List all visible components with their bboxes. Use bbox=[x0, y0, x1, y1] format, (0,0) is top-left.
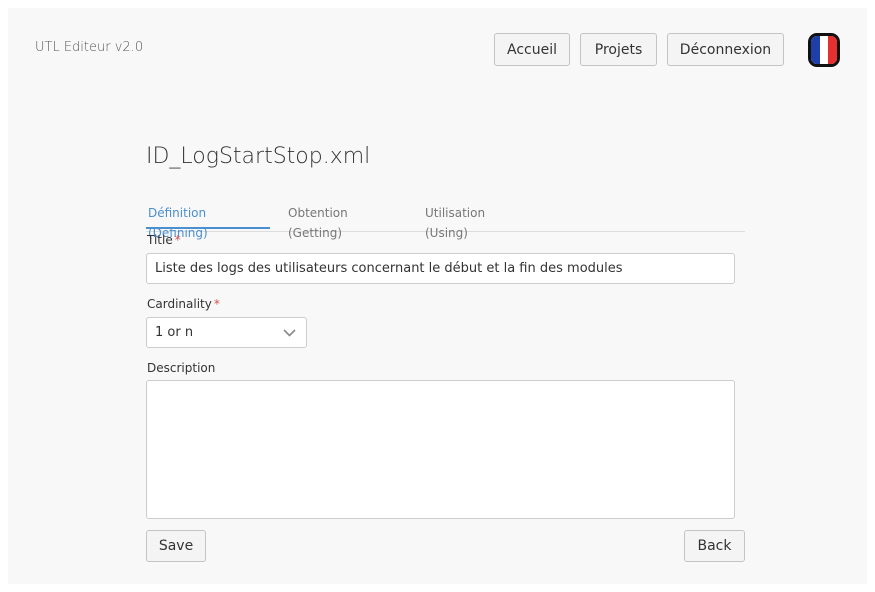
required-marker: * bbox=[213, 297, 220, 311]
document-title: ID_LogStartStop.xml bbox=[146, 144, 371, 169]
tab-utilisation[interactable]: Utilisation (Using) bbox=[423, 203, 533, 240]
tab-bar: Définition (Defining) Obtention (Getting… bbox=[146, 203, 745, 240]
cardinality-select[interactable]: 1 or n bbox=[146, 317, 307, 348]
cardinality-field-label: Cardinality * bbox=[147, 297, 220, 311]
title-label-text: Title bbox=[147, 233, 173, 247]
projets-button[interactable]: Projets bbox=[580, 33, 657, 66]
title-field-label: Title * bbox=[147, 233, 181, 247]
accueil-button[interactable]: Accueil bbox=[494, 33, 570, 66]
flag-stripe-red bbox=[828, 36, 837, 64]
flag-stripe-white bbox=[819, 36, 829, 64]
description-field-label: Description bbox=[147, 361, 216, 375]
back-button[interactable]: Back bbox=[684, 530, 745, 562]
title-input[interactable]: Liste des logs des utilisateurs concerna… bbox=[146, 253, 735, 284]
cardinality-selected-value: 1 or n bbox=[155, 325, 194, 340]
tab-definition[interactable]: Définition (Defining) bbox=[146, 203, 270, 240]
france-flag-icon[interactable] bbox=[808, 33, 840, 67]
tab-obtention[interactable]: Obtention (Getting) bbox=[286, 203, 404, 240]
save-button[interactable]: Save bbox=[146, 530, 206, 562]
description-textarea[interactable] bbox=[146, 380, 735, 519]
chevron-down-icon bbox=[283, 328, 296, 337]
deconnexion-button[interactable]: Déconnexion bbox=[667, 33, 784, 66]
cardinality-label-text: Cardinality bbox=[147, 297, 212, 311]
flag-stripe-blue bbox=[811, 36, 820, 64]
app-title: UTL Editeur v2.0 bbox=[35, 40, 144, 55]
required-marker: * bbox=[174, 233, 181, 247]
